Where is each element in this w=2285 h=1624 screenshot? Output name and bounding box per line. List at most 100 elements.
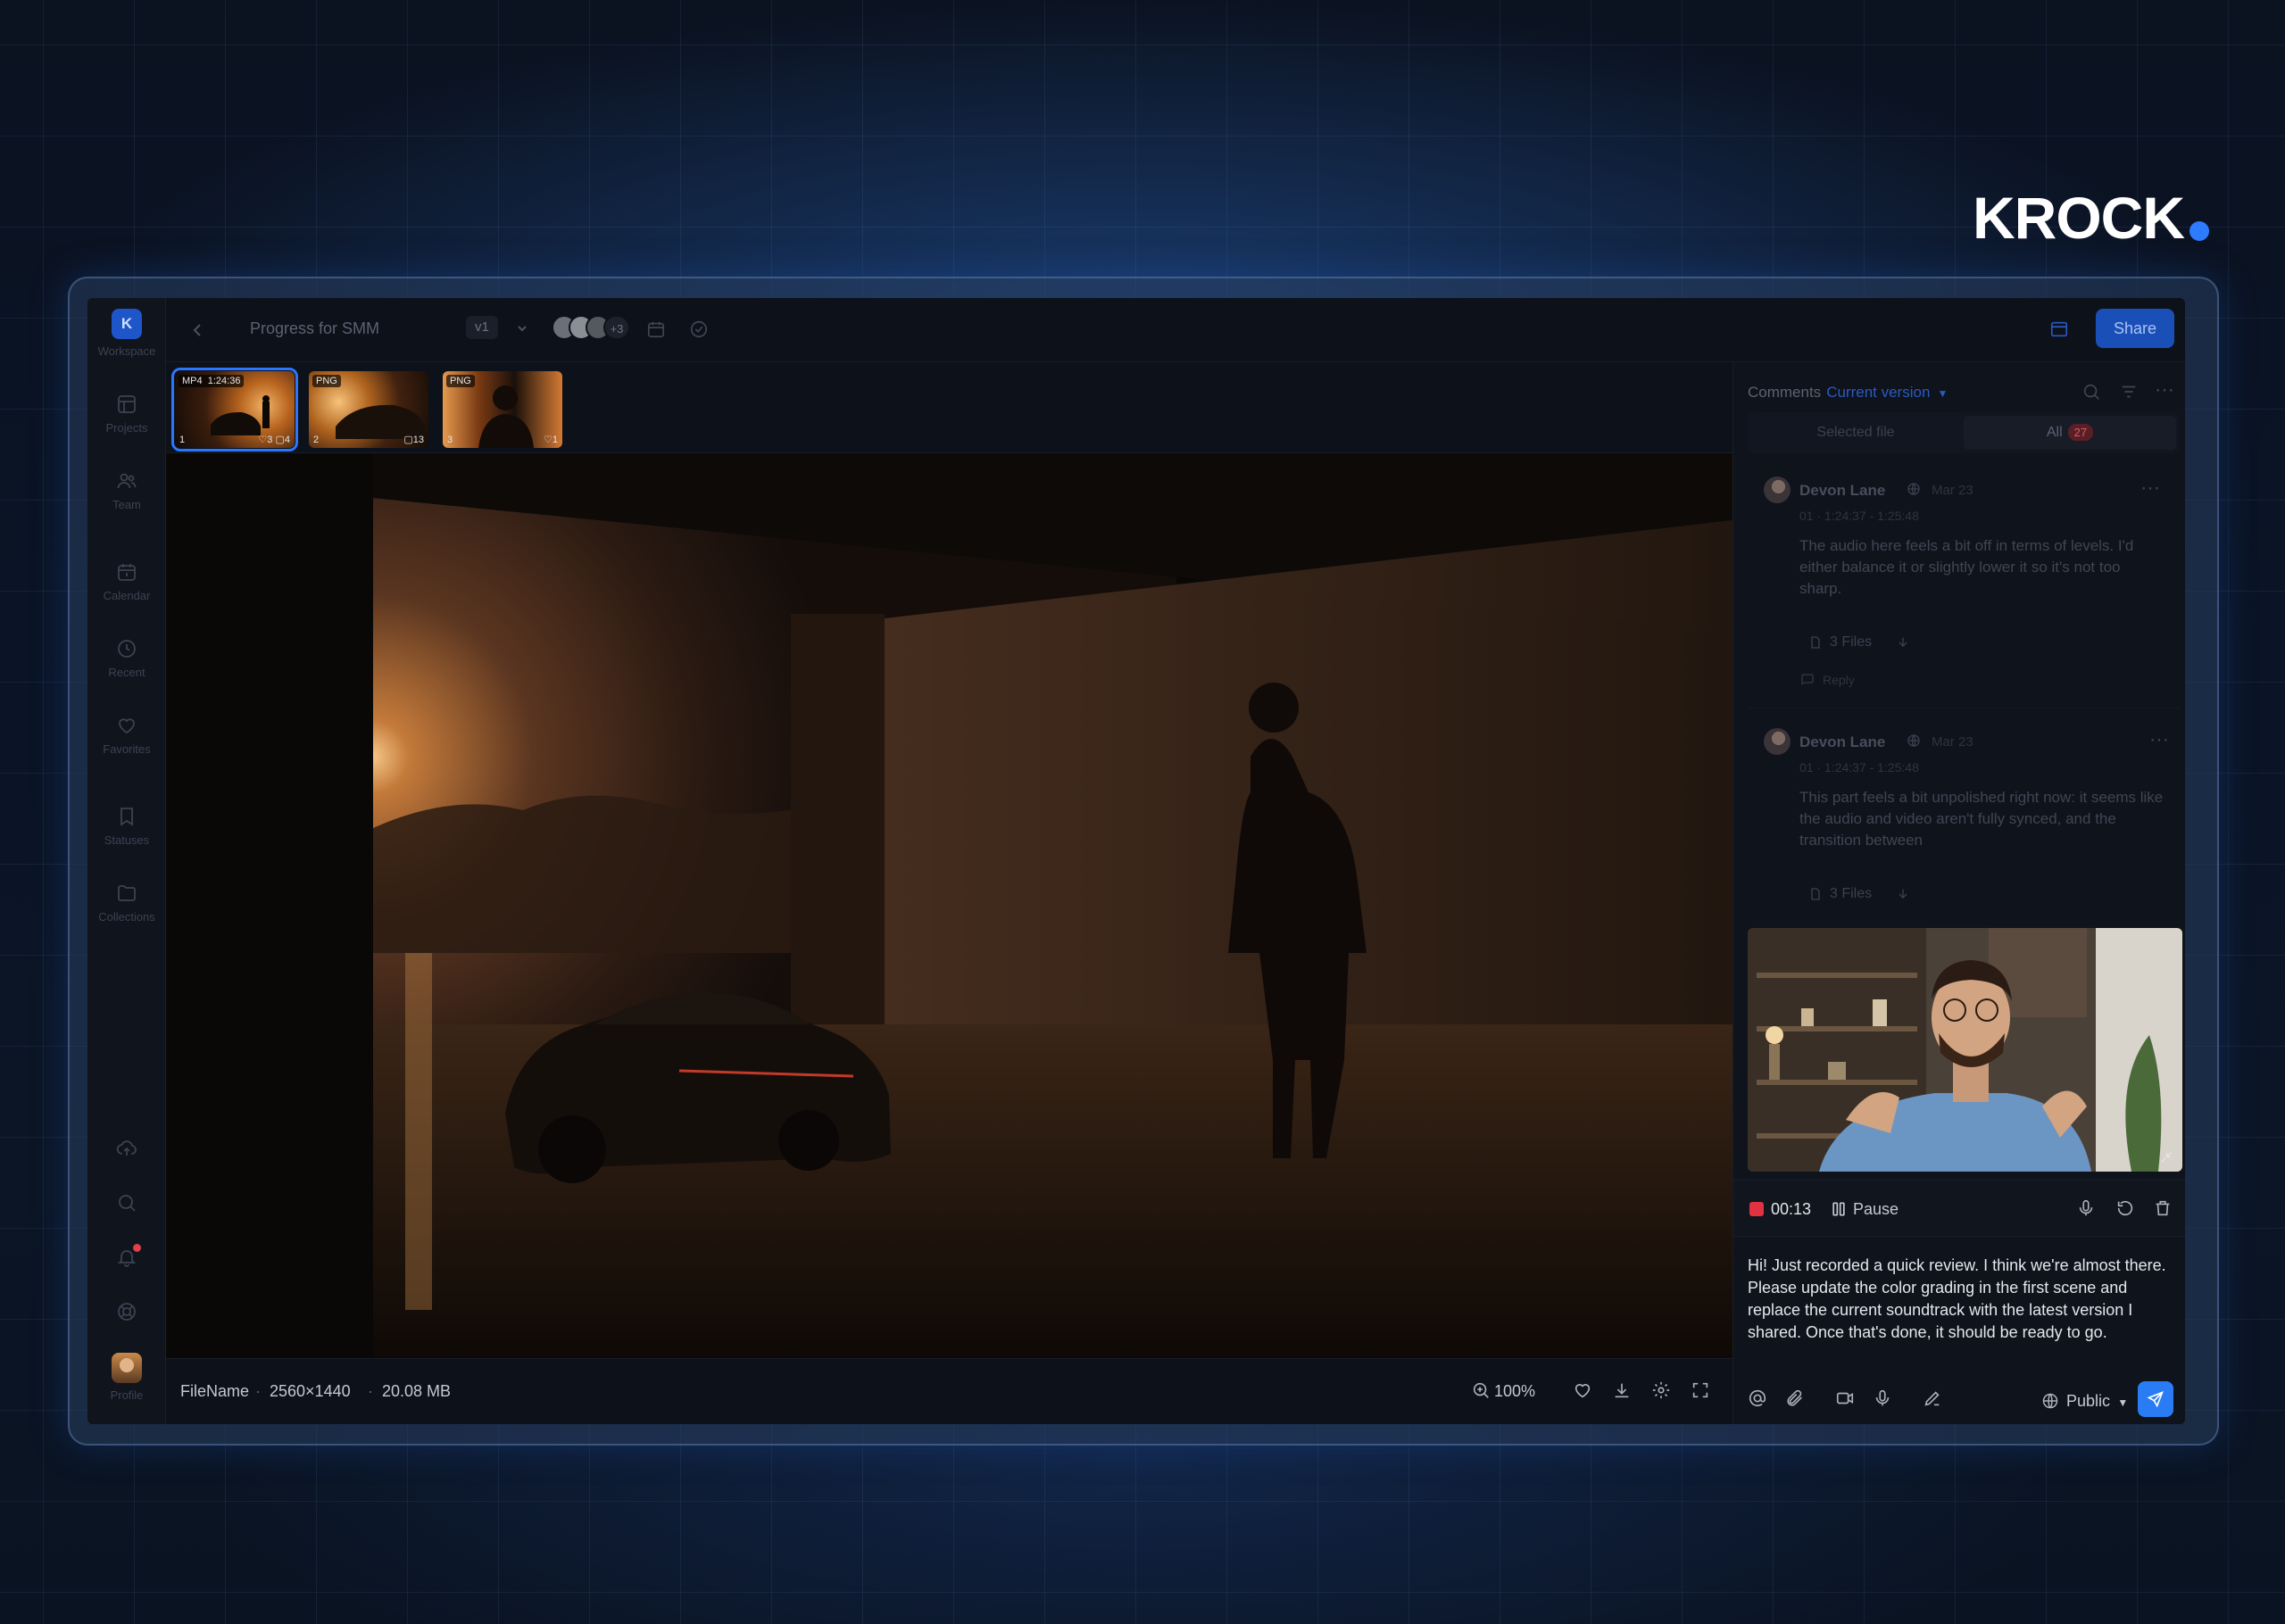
sidebar-item-favorites[interactable]: Favorites bbox=[87, 714, 166, 756]
tab-all[interactable]: All 27 bbox=[1964, 416, 2176, 450]
comment-more-icon[interactable]: ⋯ bbox=[2149, 728, 2170, 751]
sidebar-item-recent[interactable]: Recent bbox=[87, 637, 166, 679]
attachment-icon[interactable] bbox=[1785, 1388, 1805, 1408]
tab-selected-file[interactable]: Selected file bbox=[1748, 412, 1964, 453]
comment-author: Devon Lane bbox=[1799, 482, 1886, 499]
share-button[interactable]: Share bbox=[2096, 309, 2174, 348]
more-options-icon[interactable]: ⋯ bbox=[2155, 378, 2174, 402]
microphone-icon[interactable] bbox=[1873, 1388, 1892, 1408]
send-button[interactable] bbox=[2138, 1381, 2173, 1417]
approve-check-icon[interactable] bbox=[689, 319, 709, 339]
zoom-control[interactable] bbox=[1471, 1380, 1491, 1400]
comments-panel: Comments Current version ▼ ⋯ Selected fil… bbox=[1732, 362, 2185, 1424]
comments-header: Comments Current version ▼ bbox=[1748, 384, 1948, 402]
comment-timestamp[interactable]: 01 · 1:24:37 - 1:25:48 bbox=[1799, 509, 1919, 523]
thumbnail-stats: ♡1 bbox=[544, 435, 558, 445]
avatar bbox=[1764, 728, 1791, 755]
back-button[interactable] bbox=[189, 321, 207, 339]
composer-toolbar: Public ▼ bbox=[1733, 1381, 2185, 1424]
draw-icon[interactable] bbox=[1923, 1388, 1942, 1408]
thumbnail-type-badge: PNG bbox=[446, 375, 475, 387]
brand-dot bbox=[2189, 221, 2209, 241]
sidebar-item-workspace[interactable]: K Workspace bbox=[87, 309, 166, 358]
chevron-down-icon[interactable] bbox=[516, 322, 528, 335]
project-title: Progress for SMM bbox=[250, 319, 380, 337]
file-dimensions: 2560×1440 bbox=[270, 1382, 351, 1400]
thumbnail-likes: 3 bbox=[267, 435, 273, 445]
download-icon[interactable] bbox=[1612, 1380, 1632, 1400]
reply-icon bbox=[1799, 672, 1816, 688]
restart-icon[interactable] bbox=[2115, 1198, 2135, 1218]
more-collaborators-badge: +3 bbox=[603, 315, 630, 340]
sidebar-upload-button[interactable] bbox=[87, 1137, 166, 1160]
sidebar-item-projects[interactable]: Projects bbox=[87, 393, 166, 435]
sidebar-item-collections[interactable]: Collections bbox=[87, 882, 166, 924]
comment-timestamp[interactable]: 01 · 1:24:37 - 1:25:48 bbox=[1799, 760, 1919, 775]
recording-indicator bbox=[1749, 1202, 1764, 1216]
workspace-badge: K bbox=[112, 309, 142, 339]
collapse-icon[interactable] bbox=[2159, 1150, 2173, 1164]
trash-icon[interactable] bbox=[2153, 1198, 2173, 1218]
filter-icon[interactable] bbox=[2119, 382, 2139, 402]
profile-avatar bbox=[112, 1353, 142, 1383]
video-icon[interactable] bbox=[1835, 1388, 1855, 1408]
visibility-dropdown[interactable]: Public ▼ bbox=[2041, 1392, 2128, 1411]
thumbnail-file-2[interactable]: PNG 2 ▢13 bbox=[309, 371, 428, 448]
zoom-level[interactable]: 100% bbox=[1494, 1382, 1535, 1401]
attachments-button[interactable]: 3 Files bbox=[1799, 880, 1910, 908]
attachments-label: 3 Files bbox=[1830, 886, 1873, 901]
collaborator-avatars[interactable]: +3 bbox=[552, 315, 630, 340]
recent-icon bbox=[115, 637, 138, 660]
single-view-icon[interactable] bbox=[2049, 319, 2069, 339]
heart-icon[interactable] bbox=[1573, 1380, 1592, 1400]
sidebar-item-profile[interactable]: Profile bbox=[87, 1353, 166, 1402]
thumbnail-type: MP4 bbox=[182, 376, 203, 386]
mention-icon[interactable] bbox=[1748, 1388, 1767, 1408]
calendar-icon[interactable] bbox=[646, 319, 666, 339]
comment-item: Devon Lane Mar 23 ⋯ 01 · 1:24:37 - 1:25:… bbox=[1748, 466, 2180, 708]
comment-author: Devon Lane bbox=[1799, 733, 1886, 750]
thumbnail-file-3[interactable]: PNG 3 ♡1 bbox=[443, 371, 562, 448]
sidebar-item-label: Collections bbox=[98, 910, 155, 924]
sidebar-help-button[interactable] bbox=[87, 1300, 166, 1323]
pause-button[interactable]: Pause bbox=[1830, 1200, 1899, 1219]
thumbnail-file-1[interactable]: MP4 1:24:36 1 ♡3 ▢4 bbox=[171, 368, 298, 452]
comment-text: The audio here feels a bit off in terms … bbox=[1799, 537, 2134, 597]
version-filter-dropdown[interactable]: Current version bbox=[1826, 384, 1930, 401]
search-icon[interactable] bbox=[2081, 382, 2101, 402]
thumbnail-index: 1 bbox=[179, 435, 186, 445]
sidebar-item-team[interactable]: Team bbox=[87, 469, 166, 511]
attachments-button[interactable]: 3 Files bbox=[1799, 628, 1910, 657]
media-viewer[interactable] bbox=[166, 453, 1732, 1358]
sidebar-notifications-button[interactable] bbox=[87, 1244, 166, 1269]
comment-count-badge: 27 bbox=[2067, 424, 2094, 441]
projects-icon bbox=[115, 393, 138, 416]
heart-icon bbox=[115, 714, 138, 737]
sidebar-item-calendar[interactable]: Calendar bbox=[87, 560, 166, 602]
pause-label: Pause bbox=[1853, 1200, 1899, 1218]
comment-draft-text[interactable]: Hi! Just recorded a quick review. I thin… bbox=[1748, 1255, 2176, 1344]
recording-time: 00:13 bbox=[1771, 1200, 1812, 1218]
attachments-label: 3 Files bbox=[1830, 634, 1873, 650]
notification-dot bbox=[133, 1244, 141, 1252]
sidebar: K Workspace Projects Team Calendar Recen… bbox=[87, 298, 166, 1424]
download-icon bbox=[1896, 635, 1910, 650]
settings-icon[interactable] bbox=[1651, 1380, 1671, 1400]
sidebar-search-button[interactable] bbox=[87, 1191, 166, 1214]
video-recording-preview[interactable] bbox=[1748, 928, 2182, 1172]
globe-icon bbox=[1907, 733, 1921, 748]
comment-scope-tabs: Selected file All 27 bbox=[1748, 412, 2180, 453]
preview-image bbox=[166, 453, 1732, 1358]
version-selector[interactable]: v1 bbox=[466, 316, 498, 339]
comment-date: Mar 23 bbox=[1932, 734, 1973, 750]
file-name: FileName bbox=[180, 1382, 250, 1400]
brand-name: KROCK bbox=[1973, 185, 2185, 251]
sidebar-item-statuses[interactable]: Statuses bbox=[87, 805, 166, 847]
reply-button[interactable]: Reply bbox=[1799, 673, 1855, 687]
bell-icon bbox=[115, 1244, 141, 1269]
sidebar-item-label: Recent bbox=[108, 666, 145, 679]
upload-icon bbox=[115, 1137, 138, 1160]
microphone-icon[interactable] bbox=[2076, 1198, 2096, 1218]
comment-more-icon[interactable]: ⋯ bbox=[2140, 476, 2161, 500]
fullscreen-icon[interactable] bbox=[1691, 1380, 1710, 1400]
